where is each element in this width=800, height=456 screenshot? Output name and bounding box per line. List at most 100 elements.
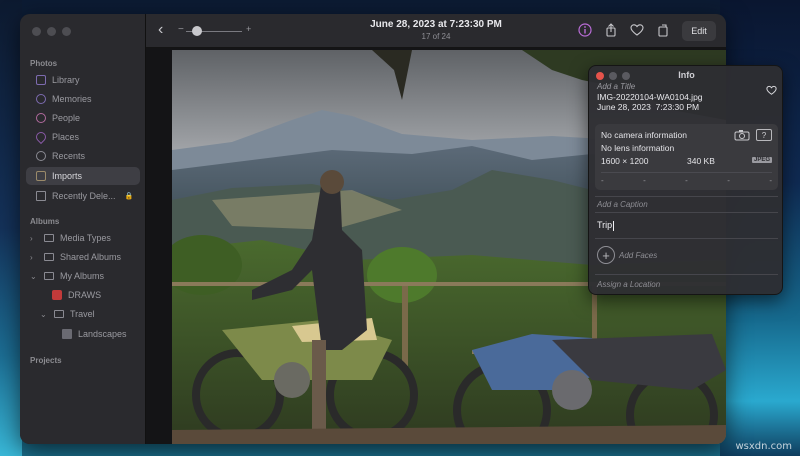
favorite-button[interactable] — [630, 23, 644, 37]
sidebar-item-places[interactable]: Places — [26, 128, 140, 146]
exif-value: - — [685, 176, 688, 185]
divider — [595, 212, 778, 213]
album-icon — [52, 290, 62, 300]
exif-value: - — [769, 176, 772, 185]
sidebar-item-label: Memories — [52, 94, 92, 104]
back-button[interactable]: ‹ — [158, 21, 163, 39]
desktop-wallpaper-left — [0, 0, 22, 456]
file-size: 340 KB — [687, 156, 715, 166]
sidebar-item-label: Shared Albums — [60, 252, 122, 262]
sidebar-item-shared-albums[interactable]: › Shared Albums — [26, 248, 140, 266]
sidebar-item-travel[interactable]: ⌄ Travel — [26, 305, 140, 323]
lock-icon: 🔒 — [124, 193, 134, 200]
favorite-icon — [630, 24, 644, 36]
folder-icon — [44, 272, 54, 280]
question-icon[interactable]: ? — [756, 129, 772, 141]
recents-icon — [36, 151, 46, 161]
sidebar-item-label: Landscapes — [78, 329, 127, 339]
zoom-slider-knob[interactable] — [192, 26, 203, 36]
exif-value: - — [643, 176, 646, 185]
format-badge: JPEG — [751, 157, 772, 163]
info-panel: Info Add a Title IMG-20220104-WA0104.jpg… — [588, 65, 783, 295]
people-icon — [36, 113, 46, 123]
zoom-out-icon[interactable]: − — [178, 24, 184, 35]
caption-field[interactable]: Add a Caption — [597, 200, 648, 209]
sidebar-item-label: Recents — [52, 151, 86, 161]
sidebar-item-label: My Albums — [60, 271, 105, 281]
sidebar-item-people[interactable]: People — [26, 109, 140, 127]
exif-value: - — [601, 176, 604, 185]
chevron-right-icon[interactable]: › — [30, 253, 38, 262]
album-icon — [62, 329, 72, 339]
camera-info-box: No camera information No lens informatio… — [595, 124, 778, 190]
rotate-icon — [658, 24, 668, 37]
heart-icon — [766, 85, 777, 95]
library-icon — [36, 75, 46, 85]
folder-icon — [44, 234, 54, 242]
close-window-button[interactable] — [32, 27, 41, 36]
sidebar-item-landscapes[interactable]: Landscapes — [26, 325, 140, 343]
share-icon — [606, 23, 616, 37]
chevron-down-icon[interactable]: ⌄ — [40, 310, 48, 319]
memories-icon — [36, 94, 46, 104]
keywords-value: Trip — [597, 220, 613, 230]
photo-date: June 28, 2023 — [597, 102, 651, 112]
places-icon — [33, 129, 49, 145]
exif-values: - - - - - — [601, 172, 772, 185]
sidebar-item-label: Recently Dele... — [52, 191, 116, 201]
sidebar-item-my-albums[interactable]: ⌄ My Albums — [26, 267, 140, 285]
sidebar-item-label: Library — [52, 75, 80, 85]
sidebar-section-projects: Projects — [30, 356, 62, 365]
title-field[interactable]: Add a Title — [597, 82, 635, 91]
photo-date-title: June 28, 2023 at 7:23:30 PM — [370, 19, 502, 30]
sidebar-item-label: Media Types — [60, 233, 111, 243]
sidebar-item-label: Imports — [52, 171, 83, 181]
watermark: wsxdn.com — [735, 441, 792, 452]
zoom-window-button[interactable] — [62, 27, 71, 36]
text-cursor — [613, 220, 615, 231]
zoom-in-icon[interactable]: + — [246, 24, 251, 34]
window-controls — [32, 27, 71, 36]
sidebar-item-recently-deleted[interactable]: Recently Dele... 🔒 — [26, 187, 140, 205]
sidebar-item-memories[interactable]: Memories — [26, 90, 140, 108]
sidebar-item-label: DRAWS — [68, 290, 102, 300]
trash-icon — [36, 191, 46, 201]
divider — [595, 238, 778, 239]
location-field[interactable]: Assign a Location — [597, 280, 660, 289]
sidebar: Photos Library Memories People Places Re… — [20, 14, 146, 444]
lens-info: No lens information — [601, 143, 675, 153]
sidebar-item-media-types[interactable]: › Media Types — [26, 229, 140, 247]
info-icon — [578, 23, 592, 37]
rotate-button[interactable] — [656, 23, 670, 37]
minimize-window-button[interactable] — [47, 27, 56, 36]
sidebar-section-albums: Albums — [30, 217, 60, 226]
exif-value: - — [727, 176, 730, 185]
sidebar-item-library[interactable]: Library — [26, 71, 140, 89]
sidebar-item-recents[interactable]: Recents — [26, 147, 140, 165]
sidebar-item-draws[interactable]: DRAWS — [26, 286, 140, 304]
resolution: 1600 × 1200 — [601, 156, 649, 166]
add-faces-label: Add Faces — [619, 251, 658, 260]
folder-icon — [54, 310, 64, 318]
divider — [595, 196, 778, 197]
sidebar-item-imports[interactable]: Imports — [26, 167, 140, 185]
photo-time: 7:23:30 PM — [655, 102, 700, 112]
add-faces-button[interactable]: + — [597, 246, 615, 264]
filename: IMG-20220104-WA0104.jpg — [597, 92, 703, 102]
imports-icon — [36, 171, 46, 181]
info-title: Info — [678, 70, 695, 80]
share-button[interactable] — [604, 23, 618, 37]
sidebar-item-label: Places — [52, 132, 80, 142]
toolbar: ‹ − + June 28, 2023 at 7:23:30 PM 17 of … — [146, 14, 726, 48]
sidebar-item-label: Travel — [70, 309, 95, 319]
folder-icon — [44, 253, 54, 261]
photo-datetime: June 28, 2023 7:23:30 PM — [597, 102, 699, 112]
keywords-field[interactable]: Trip — [597, 220, 615, 231]
sidebar-section-photos: Photos — [30, 59, 58, 68]
edit-button[interactable]: Edit — [682, 21, 716, 41]
chevron-right-icon[interactable]: › — [30, 234, 38, 243]
info-button[interactable] — [578, 23, 592, 37]
sidebar-item-label: People — [52, 113, 81, 123]
favorite-toggle[interactable] — [766, 82, 777, 100]
chevron-down-icon[interactable]: ⌄ — [30, 272, 38, 281]
